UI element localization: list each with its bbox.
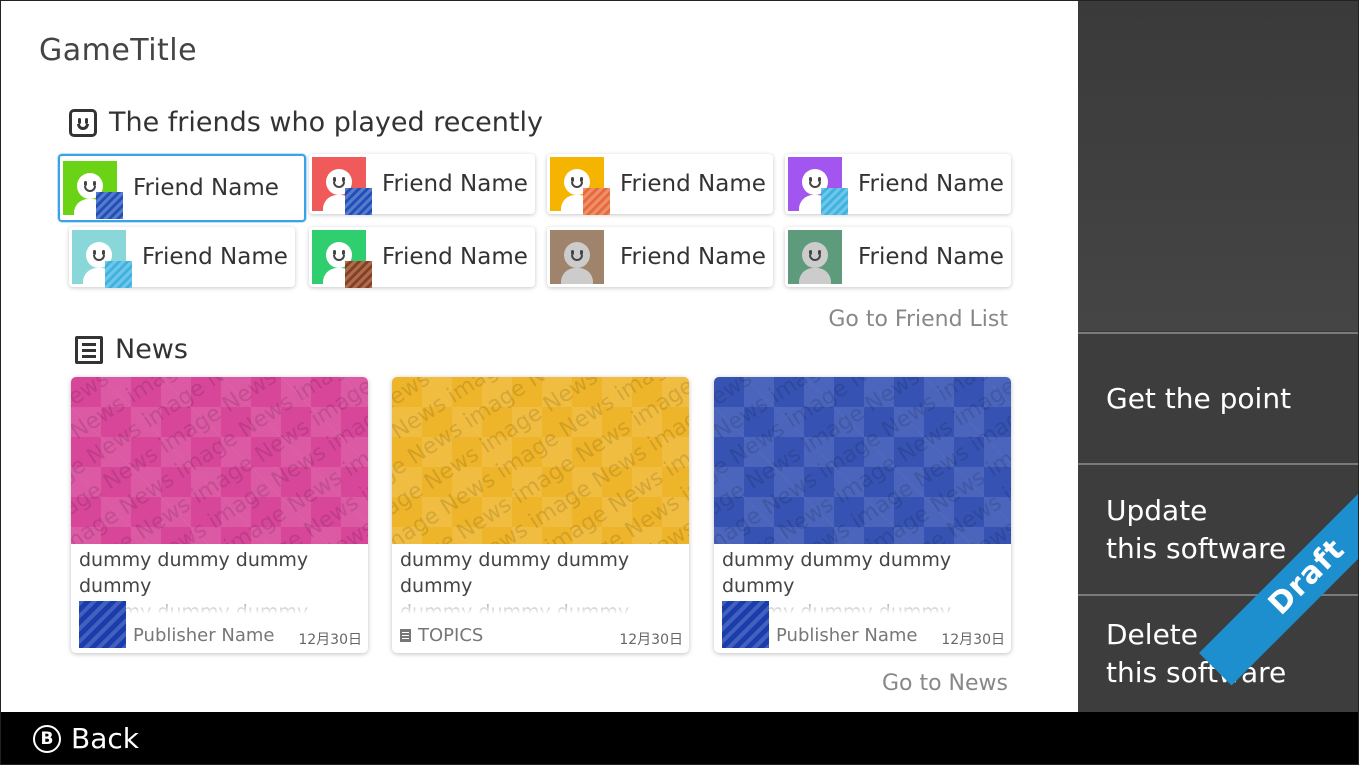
friend-name: Friend Name <box>620 171 766 197</box>
news-summary-line: dummy dummy dummy <box>79 651 364 653</box>
game-icon <box>96 192 123 219</box>
news-section-heading: News <box>75 334 188 365</box>
back-label: Back <box>71 722 139 755</box>
news-summary-line: dummy dummy dummy dummy <box>400 651 685 653</box>
news-card[interactable]: News image News image News image News im… <box>392 377 689 653</box>
news-summary-line: dummy dummy dummy <box>722 651 1007 653</box>
bottom-bar: B Back <box>1 712 1358 764</box>
friend-card[interactable]: Friend Name <box>309 227 535 288</box>
news-icon <box>75 335 103 364</box>
news-summary-line: dummy dummy dummy dummy <box>79 549 309 597</box>
friend-avatar <box>312 157 372 215</box>
get-the-point-button[interactable]: Get the point <box>1078 332 1358 463</box>
document-icon <box>400 629 411 642</box>
game-icon <box>105 261 132 288</box>
publisher-name: Publisher Name <box>776 625 918 646</box>
friend-name: Friend Name <box>382 171 528 197</box>
news-card[interactable]: News image News image News image News im… <box>714 377 1011 653</box>
friend-avatar <box>788 157 848 215</box>
friend-avatar <box>550 157 610 215</box>
friend-card[interactable]: Friend Name <box>785 154 1011 215</box>
news-image: News image News image News image News im… <box>392 377 689 544</box>
news-date: 12月30日 <box>298 632 362 648</box>
menu-label-line-2: this software <box>1106 656 1287 689</box>
b-button-icon: B <box>33 724 61 753</box>
friends-heading-label: The friends who played recently <box>109 107 543 138</box>
friend-name: Friend Name <box>382 244 528 270</box>
menu-label-line-1: Delete <box>1106 618 1198 651</box>
friend-avatar <box>312 230 372 288</box>
publisher-icon <box>722 601 769 648</box>
news-heading-label: News <box>115 334 188 365</box>
go-to-news-link[interactable]: Go to News <box>882 671 1008 696</box>
news-image: News image News image News image News im… <box>714 377 1011 544</box>
news-footer: TOPICS 12月30日 <box>400 599 683 649</box>
news-date: 12月30日 <box>619 632 683 648</box>
game-icon <box>821 188 848 215</box>
screen: GameTitle The friends who played recentl… <box>0 0 1359 765</box>
menu-label-line-2: this software <box>1106 531 1287 565</box>
friend-name: Friend Name <box>133 175 279 201</box>
friends-section-heading: The friends who played recently <box>69 107 543 138</box>
friend-card[interactable]: Friend Name <box>58 154 306 222</box>
news-footer: Publisher Name 12月30日 <box>79 599 362 649</box>
topics-label: TOPICS <box>400 625 483 646</box>
publisher-icon <box>79 601 126 648</box>
news-summary-line: dummy dummy dummy dummy <box>400 549 630 597</box>
friend-card[interactable]: Friend Name <box>547 154 773 215</box>
news-date: 12月30日 <box>941 632 1005 648</box>
friend-avatar <box>550 230 604 284</box>
page-title: GameTitle <box>39 33 198 68</box>
friend-card[interactable]: Friend Name <box>69 227 295 288</box>
friend-name: Friend Name <box>858 244 1004 270</box>
friend-card[interactable]: Friend Name <box>785 227 1011 287</box>
news-summary-line: dummy dummy dummy dummy <box>722 549 952 597</box>
side-menu-header <box>1078 1 1358 331</box>
friend-avatar <box>72 230 132 288</box>
game-icon <box>583 188 610 215</box>
news-image-text: News image News image News image News im… <box>392 377 689 544</box>
news-card[interactable]: News image News image News image News im… <box>71 377 368 653</box>
game-icon <box>345 261 372 288</box>
main-panel: GameTitle The friends who played recentl… <box>1 1 1078 712</box>
news-image: News image News image News image News im… <box>71 377 368 544</box>
friend-card[interactable]: Friend Name <box>547 227 773 287</box>
topics-text: TOPICS <box>418 625 484 646</box>
game-icon <box>345 188 372 215</box>
news-footer: Publisher Name 12月30日 <box>722 599 1005 649</box>
friend-avatar <box>788 230 842 284</box>
news-image-text: News image News image News image News im… <box>71 377 368 544</box>
side-menu: Get the point Update this software Delet… <box>1078 1 1358 712</box>
friend-name: Friend Name <box>620 244 766 270</box>
friend-name: Friend Name <box>142 244 288 270</box>
publisher-name: Publisher Name <box>133 625 275 646</box>
news-image-text: News image News image News image News im… <box>714 377 1011 544</box>
smiley-icon <box>69 108 97 137</box>
back-button[interactable]: B Back <box>33 722 139 755</box>
menu-label: Get the point <box>1106 381 1292 415</box>
menu-label-line-1: Update <box>1106 493 1208 527</box>
friend-avatar <box>63 161 123 219</box>
friend-name: Friend Name <box>858 171 1004 197</box>
friend-card[interactable]: Friend Name <box>309 154 535 215</box>
go-to-friend-list-link[interactable]: Go to Friend List <box>828 307 1008 332</box>
